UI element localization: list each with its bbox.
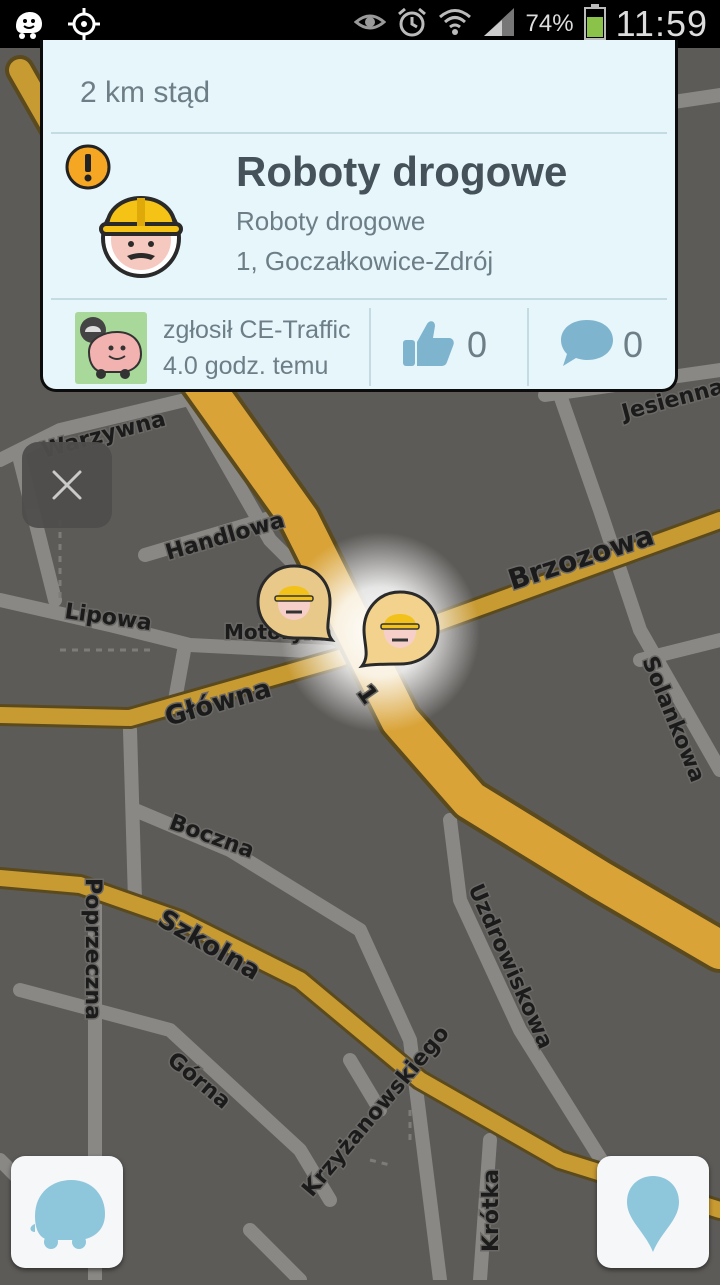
thumbs-up-button[interactable]: 0: [371, 304, 527, 386]
reporter-avatar: [75, 312, 147, 384]
roadwork-marker-selected[interactable]: [358, 590, 440, 669]
report-address: 1, Goczałkowice-Zdrój: [236, 246, 494, 276]
close-icon: [51, 469, 83, 506]
reporter-name: zgłosił CE-Traffic: [163, 316, 351, 344]
report-footer: zgłosił CE-Traffic 4.0 godz. temu 0 0: [51, 304, 667, 386]
street-label-handlowa: Handlowa: [163, 508, 288, 566]
report-card[interactable]: 2 km stąd Roboty drogowe Roboty drogowe …: [40, 40, 678, 392]
clock: 11:59: [615, 3, 708, 44]
signal-icon: [482, 6, 516, 43]
close-button[interactable]: [22, 442, 112, 528]
roadwork-marker[interactable]: [256, 564, 336, 642]
thumbs-up-icon: [401, 318, 455, 373]
eye-icon: [353, 8, 386, 41]
report-time: 4.0 godz. temu: [163, 352, 329, 380]
comments-count: 0: [623, 324, 644, 365]
distance-label: 2 km stąd: [80, 76, 211, 109]
street-label-boczna: Boczna: [166, 810, 257, 864]
comments-button[interactable]: 0: [529, 304, 675, 386]
report-title: Roboty drogowe: [236, 148, 568, 195]
street-label-poprzeczna: Poprzeczna: [80, 878, 105, 1020]
pin-icon: [625, 1174, 681, 1259]
street-label-uzdrowiskowa: Uzdrowiskowa: [463, 880, 558, 1052]
comment-icon: [559, 318, 615, 373]
report-button[interactable]: [597, 1156, 709, 1268]
waze-icon: [27, 1176, 109, 1255]
wifi-icon: [438, 6, 472, 43]
roadwork-worker-icon: [95, 178, 187, 287]
street-label-krotka: Krótka: [479, 1169, 504, 1252]
battery-icon: [583, 3, 606, 45]
card-divider: [51, 132, 667, 134]
thumbs-up-count: 0: [467, 324, 488, 365]
alarm-icon: [396, 6, 428, 43]
report-subtitle: Roboty drogowe: [236, 206, 426, 236]
card-divider-footer: [51, 298, 667, 300]
waze-menu-button[interactable]: [11, 1156, 123, 1268]
battery-percent: 74%: [525, 10, 574, 37]
reporter-info[interactable]: zgłosił CE-Traffic 4.0 godz. temu: [51, 304, 369, 386]
